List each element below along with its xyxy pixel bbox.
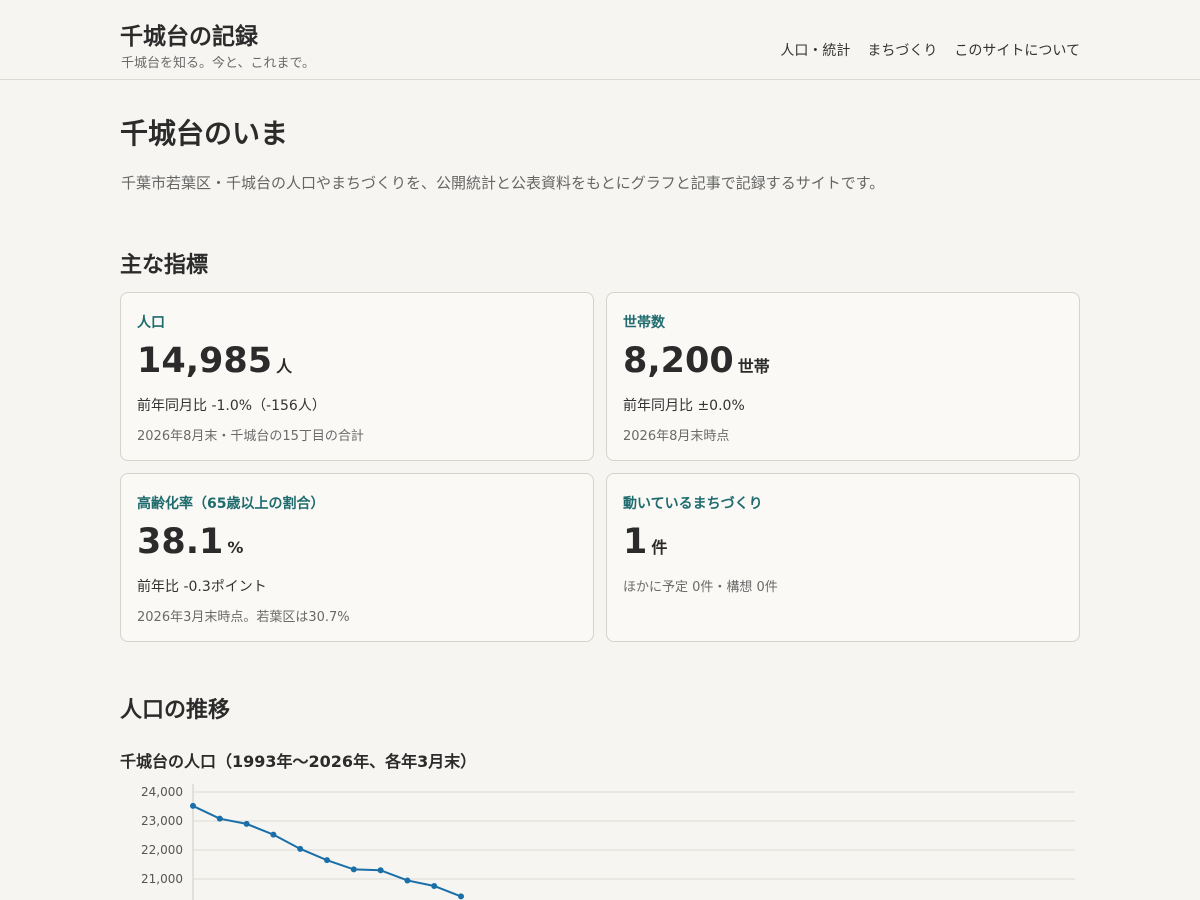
population-data-point[interactable] <box>377 867 384 874</box>
population-data-point[interactable] <box>190 802 196 809</box>
card-change: 前年比 -0.3ポイント <box>137 579 267 595</box>
nav-link-population-stats[interactable]: 人口・統計 <box>780 40 850 60</box>
population-data-point[interactable] <box>270 831 277 838</box>
population-data-point[interactable] <box>431 882 438 889</box>
population-data-point[interactable] <box>324 857 330 864</box>
population-trend-heading: 人口の推移 <box>120 698 231 723</box>
card-value: 14,985 <box>137 341 273 381</box>
card-unit: 人 <box>276 357 293 376</box>
population-data-point[interactable] <box>458 893 464 900</box>
card-value-row: 1 件 <box>623 525 1063 560</box>
card-note: 2026年3月末時点。若葉区は30.7% <box>137 610 350 625</box>
card-label: 世帯数 <box>623 315 665 331</box>
card-unit: 世帯 <box>737 357 770 376</box>
nav-link-about[interactable]: このサイトについて <box>954 40 1080 60</box>
card-label: 高齢化率（65歳以上の割合） <box>137 496 325 512</box>
card-value: 38.1 <box>137 522 224 562</box>
page-title: 千城台のいま <box>120 117 289 150</box>
y-tick-label: 24,000 <box>141 785 183 799</box>
card-value-row: 8,200 世帯 <box>623 344 1063 379</box>
card-change: 前年同月比 ±0.0% <box>623 398 745 414</box>
indicator-card-households: 世帯数 8,200 世帯 前年同月比 ±0.0% 2026年8月末時点 <box>606 292 1080 461</box>
population-series-line <box>192 805 462 898</box>
population-data-point[interactable] <box>350 866 357 873</box>
indicators-heading: 主な指標 <box>120 253 209 278</box>
population-data-point[interactable] <box>404 877 411 884</box>
page-intro: 千葉市若葉区・千城台の人口やまちづくりを、公開統計と公表資料をもとにグラフと記事… <box>121 174 885 192</box>
card-value-row: 38.1 % <box>137 525 577 560</box>
card-label: 動いているまちづくり <box>623 496 763 512</box>
card-unit: % <box>227 538 244 557</box>
chart-title: 千城台の人口（1993年〜2026年、各年3月末） <box>120 752 477 771</box>
site-header: 千城台の記録 千城台を知る。今と、これまで。 人口・統計 まちづくり このサイト… <box>0 0 1200 80</box>
nav-link-town-planning[interactable]: まちづくり <box>867 40 937 60</box>
card-unit: 件 <box>651 538 668 557</box>
card-note: 2026年8月末時点 <box>623 429 730 444</box>
card-label: 人口 <box>137 315 165 331</box>
population-data-point[interactable] <box>216 815 223 822</box>
indicator-card-town-projects: 動いているまちづくり 1 件 ほかに予定 0件・構想 0件 <box>606 473 1080 642</box>
card-value-row: 14,985 人 <box>137 344 577 379</box>
site-title[interactable]: 千城台の記録 <box>120 17 258 51</box>
indicator-card-population: 人口 14,985 人 前年同月比 -1.0%（-156人） 2026年8月末・… <box>120 292 594 461</box>
card-note: 2026年8月末・千城台の15丁目の合計 <box>137 429 364 444</box>
card-note: ほかに予定 0件・構想 0件 <box>623 580 778 595</box>
population-data-point[interactable] <box>243 820 250 827</box>
card-change: 前年同月比 -1.0%（-156人） <box>137 398 326 414</box>
main-nav: 人口・統計 まちづくり このサイトについて <box>780 40 1080 60</box>
card-value: 8,200 <box>623 341 734 381</box>
population-line-chart: 24,000 23,000 22,000 21,000 <box>141 784 1075 900</box>
indicator-cards: 人口 14,985 人 前年同月比 -1.0%（-156人） 2026年8月末・… <box>120 292 1080 642</box>
y-tick-label: 21,000 <box>141 872 183 886</box>
population-data-point[interactable] <box>297 845 304 852</box>
y-tick-label: 22,000 <box>141 843 183 857</box>
indicator-card-aging-rate: 高齢化率（65歳以上の割合） 38.1 % 前年比 -0.3ポイント 2026年… <box>120 473 594 642</box>
card-value: 1 <box>623 522 648 562</box>
y-tick-label: 23,000 <box>141 814 183 828</box>
site-tagline: 千城台を知る。今と、これまで。 <box>121 56 315 71</box>
